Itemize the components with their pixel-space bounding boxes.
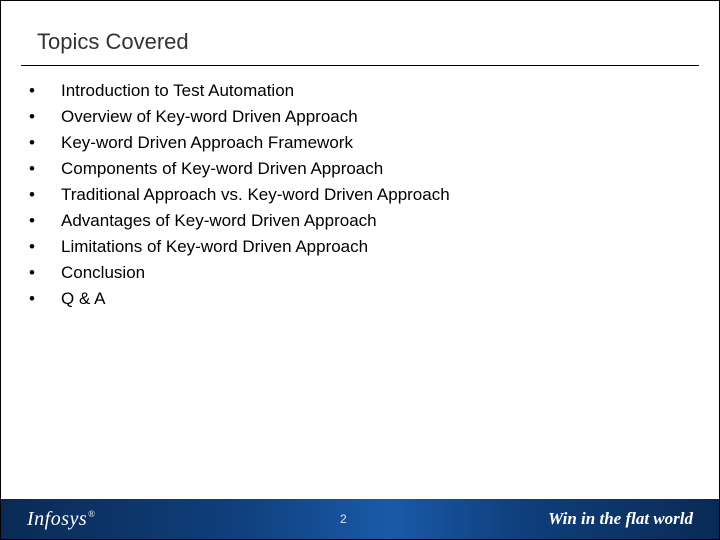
topic-label: Key-word Driven Approach Framework	[61, 133, 679, 153]
logo-text: Infosys	[27, 508, 87, 530]
bullet-icon: •	[29, 133, 61, 153]
page-title: Topics Covered	[37, 29, 189, 55]
tagline: Win in the flat world	[548, 509, 693, 529]
list-item: • Advantages of Key-word Driven Approach	[29, 211, 679, 231]
topic-label: Limitations of Key-word Driven Approach	[61, 237, 679, 257]
list-item: • Limitations of Key-word Driven Approac…	[29, 237, 679, 257]
bullet-icon: •	[29, 159, 61, 179]
list-item: • Components of Key-word Driven Approach	[29, 159, 679, 179]
topic-label: Advantages of Key-word Driven Approach	[61, 211, 679, 231]
topics-list: • Introduction to Test Automation • Over…	[29, 81, 679, 315]
list-item: • Q & A	[29, 289, 679, 309]
bullet-icon: •	[29, 263, 61, 283]
logo: Infosys®	[27, 508, 96, 531]
footer-right: Win in the flat world	[389, 499, 719, 539]
title-divider	[21, 65, 699, 66]
list-item: • Conclusion	[29, 263, 679, 283]
slide: Topics Covered • Introduction to Test Au…	[0, 0, 720, 540]
bullet-icon: •	[29, 289, 61, 309]
bullet-icon: •	[29, 81, 61, 101]
page-number: 2	[340, 512, 347, 526]
topic-label: Introduction to Test Automation	[61, 81, 679, 101]
topic-label: Traditional Approach vs. Key-word Driven…	[61, 185, 679, 205]
list-item: • Traditional Approach vs. Key-word Driv…	[29, 185, 679, 205]
logo-mark: ®	[88, 509, 95, 519]
bullet-icon: •	[29, 185, 61, 205]
list-item: • Introduction to Test Automation	[29, 81, 679, 101]
topic-label: Conclusion	[61, 263, 679, 283]
bullet-icon: •	[29, 211, 61, 231]
topic-label: Components of Key-word Driven Approach	[61, 159, 679, 179]
list-item: • Overview of Key-word Driven Approach	[29, 107, 679, 127]
bullet-icon: •	[29, 107, 61, 127]
topic-label: Overview of Key-word Driven Approach	[61, 107, 679, 127]
footer-left: Infosys® 2	[1, 499, 389, 539]
list-item: • Key-word Driven Approach Framework	[29, 133, 679, 153]
footer: Infosys® 2 Win in the flat world	[1, 499, 719, 539]
topic-label: Q & A	[61, 289, 679, 309]
bullet-icon: •	[29, 237, 61, 257]
